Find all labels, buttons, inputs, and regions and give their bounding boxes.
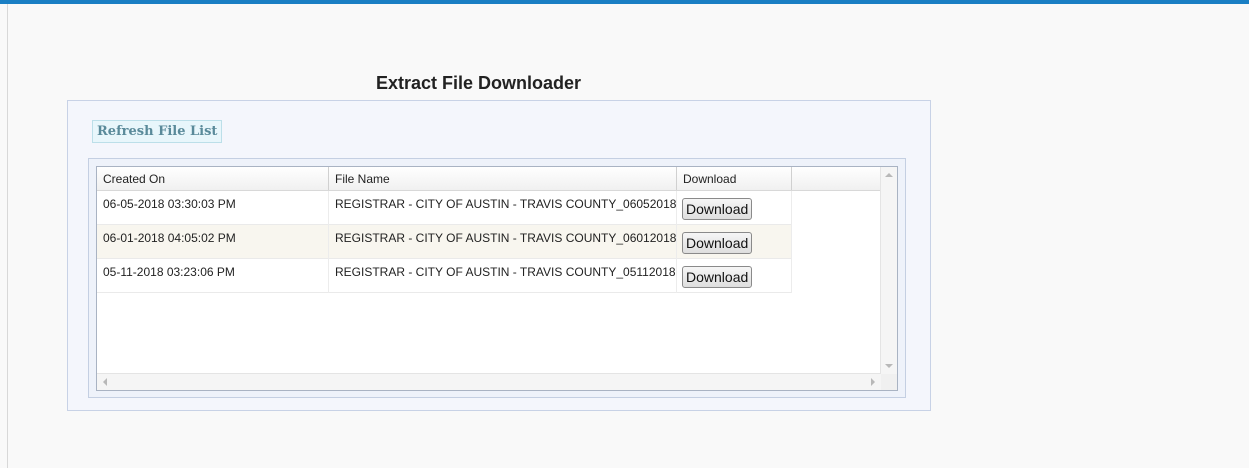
column-header-download[interactable]: Download: [677, 167, 792, 190]
file-name-cell: REGISTRAR - CITY OF AUSTIN - TRAVIS COUN…: [329, 191, 677, 225]
page: Extract File Downloader Refresh File Lis…: [0, 0, 1249, 468]
download-button[interactable]: Download: [682, 198, 753, 220]
chevron-left-icon[interactable]: [103, 378, 107, 386]
downloader-panel: Refresh File List Created On File Name D…: [67, 100, 931, 411]
refresh-file-list-button[interactable]: Refresh File List: [92, 120, 223, 143]
chevron-right-icon[interactable]: [871, 378, 875, 386]
chevron-down-icon[interactable]: [885, 364, 893, 368]
table-row[interactable]: 06-01-2018 04:05:02 PM REGISTRAR - CITY …: [97, 225, 792, 259]
download-cell: Download: [677, 259, 792, 293]
top-accent-bar: [0, 0, 1249, 4]
page-title: Extract File Downloader: [376, 73, 582, 93]
file-name-cell: REGISTRAR - CITY OF AUSTIN - TRAVIS COUN…: [329, 259, 677, 293]
download-cell: Download: [677, 225, 792, 259]
column-header-file-name[interactable]: File Name: [329, 167, 677, 190]
table-row[interactable]: 06-05-2018 03:30:03 PM REGISTRAR - CITY …: [97, 191, 792, 225]
file-grid-frame: Created On File Name Download 06-05-2018…: [88, 158, 906, 398]
created-on-cell: 05-11-2018 03:23:06 PM: [97, 259, 329, 293]
download-button[interactable]: Download: [682, 232, 753, 254]
created-on-cell: 06-01-2018 04:05:02 PM: [97, 225, 329, 259]
horizontal-scrollbar[interactable]: [97, 373, 881, 390]
scrollbar-corner: [881, 374, 897, 390]
created-on-cell: 06-05-2018 03:30:03 PM: [97, 191, 329, 225]
download-cell: Download: [677, 191, 792, 225]
column-header-created-on[interactable]: Created On: [97, 167, 329, 190]
vertical-scrollbar[interactable]: [880, 167, 897, 374]
download-button[interactable]: Download: [682, 266, 753, 288]
file-name-cell: REGISTRAR - CITY OF AUSTIN - TRAVIS COUN…: [329, 225, 677, 259]
file-grid: Created On File Name Download 06-05-2018…: [96, 166, 898, 391]
chevron-up-icon[interactable]: [885, 173, 893, 177]
grid-header: Created On File Name Download: [97, 167, 897, 191]
table-row[interactable]: 05-11-2018 03:23:06 PM REGISTRAR - CITY …: [97, 259, 792, 293]
left-divider: [7, 4, 8, 468]
